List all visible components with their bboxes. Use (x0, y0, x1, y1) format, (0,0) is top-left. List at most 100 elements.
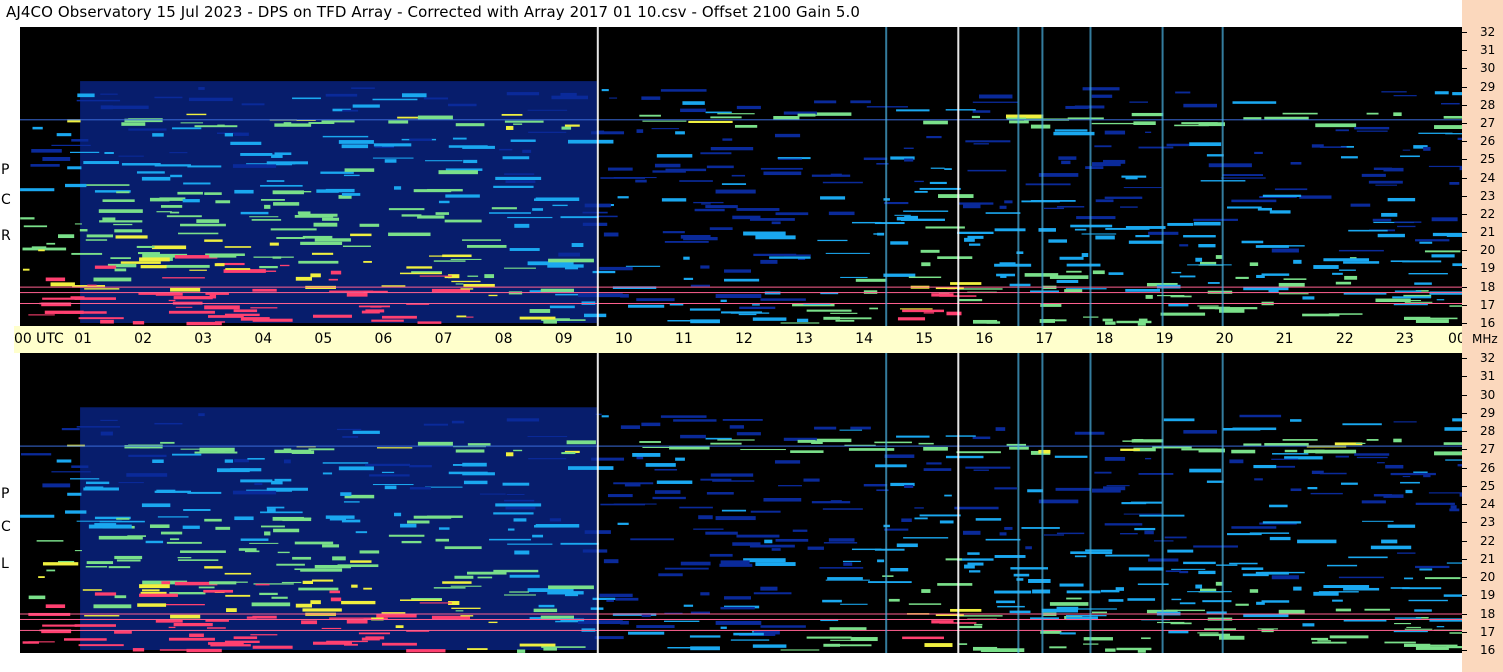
spectrogram-cell (325, 188, 355, 193)
spectrogram-cell (774, 133, 801, 138)
spectrogram-cell (594, 636, 624, 640)
spectrogram-cell (376, 447, 413, 449)
spectrogram-cell (455, 123, 485, 127)
spectrogram-cell (1094, 145, 1112, 148)
spectrogram-cell (863, 157, 888, 161)
spectrogram-cell (409, 465, 432, 468)
spectrogram-cell (1449, 632, 1462, 634)
spectrogram-cell (427, 188, 463, 192)
spectrogram-cell (734, 124, 758, 128)
spectrogram-cell (394, 186, 402, 190)
freq-tick-label: 29 (1480, 405, 1496, 420)
spectrogram-cell (1381, 539, 1398, 544)
spectrogram-cell (999, 205, 1007, 209)
spectrogram-cell (76, 426, 121, 428)
freq-tick (1462, 213, 1467, 215)
spectrogram-cell (343, 643, 358, 646)
spectrogram-cell (155, 619, 183, 623)
spectrogram-cell (114, 555, 143, 560)
spectrogram-cell (1249, 262, 1259, 266)
spectrogram-cell (1030, 290, 1059, 293)
spectrogram-cell (252, 288, 277, 292)
spectrogram-cell (1157, 295, 1185, 297)
spectrogram-cell (65, 183, 87, 188)
spectrogram-cell (67, 492, 82, 496)
freq-tick-label: 17 (1480, 297, 1496, 312)
spectrogram-cell (1311, 470, 1324, 475)
spectrogram-cell (401, 214, 422, 217)
spectrogram-cell (1408, 599, 1448, 602)
spectrogram-cell (46, 569, 56, 572)
spectrogram-cell (519, 316, 556, 320)
spectrogram-cell (763, 171, 802, 176)
spectrogram-cell (1370, 545, 1412, 550)
spectrogram-cell (1095, 235, 1115, 240)
spectrogram-cell (114, 630, 132, 634)
spectrogram-cell (812, 112, 852, 116)
spectrogram-cell (1030, 617, 1059, 620)
spectrogram-cell (204, 305, 240, 310)
spectrogram-cell (1449, 305, 1462, 307)
spectrogram-cell (680, 434, 706, 439)
spectrogram-cell (667, 646, 693, 649)
spectrogram-cell (1249, 589, 1259, 593)
spectrogram-cell (1262, 194, 1302, 197)
spectrogram-cell (937, 583, 973, 586)
spectrogram-cell (1354, 126, 1390, 130)
spectrogram-cell (1383, 494, 1404, 498)
spectrogram-cell (1049, 275, 1089, 279)
spectrogram-cell (462, 239, 501, 241)
spectrogram-cell (341, 600, 376, 605)
spectrogram-cell (1302, 296, 1315, 300)
freq-tick-label: 19 (1480, 588, 1496, 603)
spectrogram-cell (884, 201, 909, 205)
spectrogram-cell (1091, 611, 1107, 614)
spectrogram-cell (710, 473, 754, 477)
spectrogram-cell (923, 446, 948, 451)
spectrogram-cell (1120, 448, 1140, 451)
spectrogram-cell (30, 164, 60, 167)
rfi-line (20, 613, 1462, 615)
spectrogram-cell (1323, 258, 1370, 262)
spectrogram-cell (1256, 274, 1265, 279)
spectrogram-cell (755, 235, 796, 240)
spectrogram-cell (104, 151, 114, 154)
spectrogram-cell (85, 565, 108, 568)
spectrogram-cell (811, 440, 823, 444)
spectrogram-cell (170, 287, 201, 292)
spectrogram-cell (169, 265, 206, 268)
spectrogram-cell (259, 265, 278, 269)
spectrogram-cell (462, 462, 487, 467)
spectrogram-cell (712, 480, 755, 482)
spectrogram-cell (923, 312, 935, 314)
spectrogram-cell (98, 209, 143, 213)
spectrogram-cell (491, 207, 517, 210)
rcp-spectrogram (20, 27, 1462, 326)
spectrogram-cell (78, 644, 124, 647)
spectrogram-cell (169, 211, 180, 214)
spectrogram-cell (1284, 449, 1298, 453)
spectrogram-cell (636, 298, 675, 302)
spectrogram-cell (234, 132, 249, 136)
spectrogram-cell (1403, 643, 1431, 647)
spectrogram-cell (689, 308, 721, 311)
spectrogram-cell (270, 228, 317, 231)
spectrogram-cell (1394, 617, 1422, 619)
spectrogram-cell (1350, 203, 1371, 207)
spectrogram-cell (1128, 567, 1164, 571)
spectrogram-cell (1123, 513, 1162, 515)
spectrogram-cell (1195, 257, 1203, 262)
spectrogram-cell (1049, 602, 1089, 606)
spectrogram-cell (372, 157, 414, 159)
spectrogram-cell (240, 479, 273, 483)
spectrogram-cell (764, 539, 773, 544)
spectrogram-cell (329, 516, 347, 521)
spectrogram-cell (1235, 603, 1249, 606)
freq-tick (1462, 504, 1467, 505)
spectrogram-cell (679, 180, 713, 182)
spectrogram-cell (973, 469, 989, 471)
spectrogram-cell (641, 614, 651, 618)
spectrogram-cell (381, 612, 406, 614)
spectrogram-cell (830, 312, 858, 314)
spectrogram-cell (1242, 573, 1269, 577)
